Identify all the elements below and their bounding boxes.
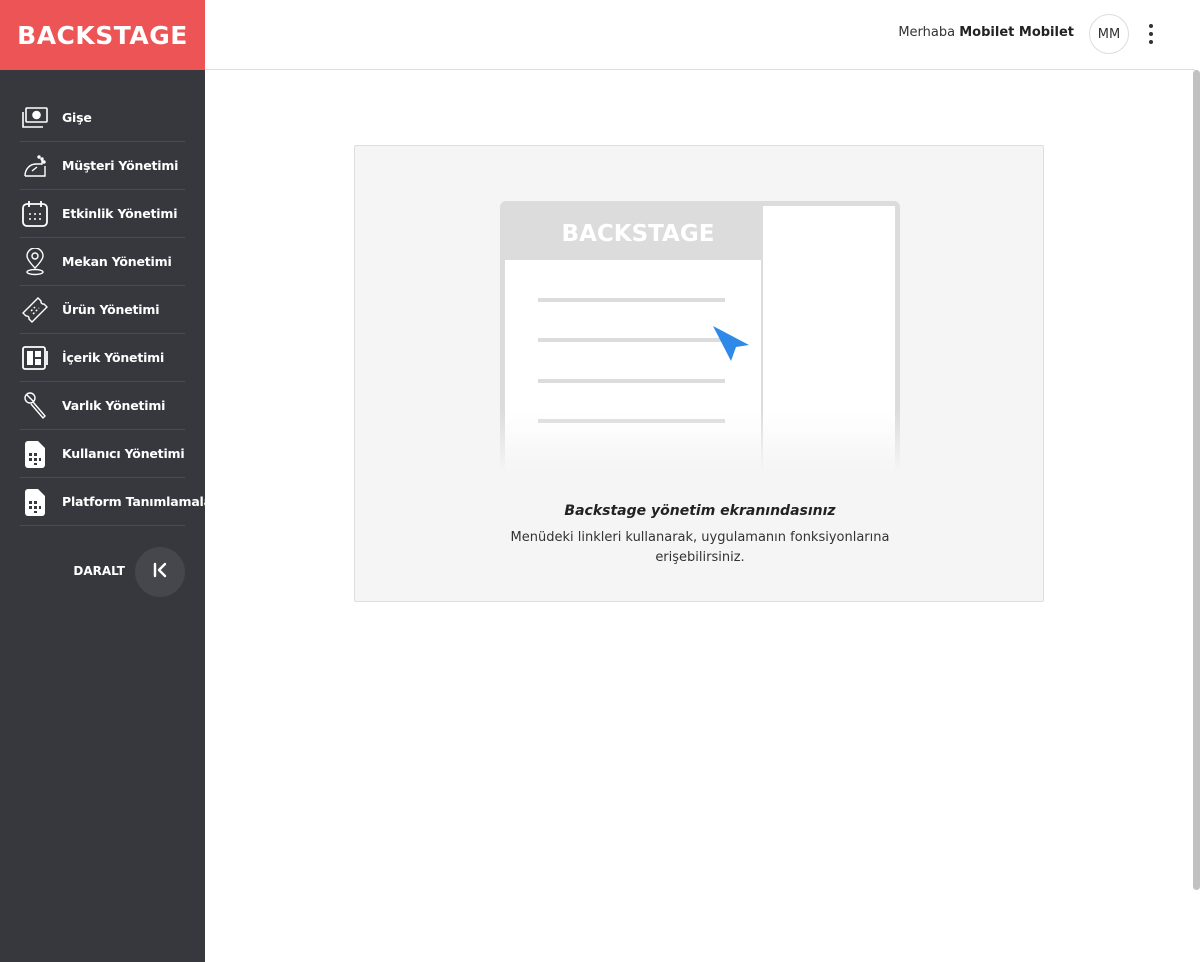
sidebar-item-label: Mekan Yönetimi: [62, 254, 172, 269]
sidebar-item-urun[interactable]: Ürün Yönetimi: [20, 286, 185, 334]
cash-register-icon: [20, 103, 50, 133]
sim-card-icon: [20, 487, 50, 517]
welcome-card: BACKSTAGE Backstage yönetim ekranındasın…: [354, 145, 1044, 602]
sidebar-item-platform[interactable]: Platform Tanımlamaları: [20, 478, 222, 526]
sidebar-nav: Gişe Müşteri Yönetimi Etkinlik Yönetimi …: [20, 94, 222, 526]
sidebar-item-label: İçerik Yönetimi: [62, 350, 165, 365]
more-options-icon[interactable]: [1141, 22, 1161, 46]
customer-icon: [20, 151, 50, 181]
sidebar-item-label: Etkinlik Yönetimi: [62, 206, 178, 221]
sidebar-item-label: Ürün Yönetimi: [62, 302, 160, 317]
content-grid-icon: [20, 343, 50, 373]
welcome-text: Menüdeki linkleri kullanarak, uygulamanı…: [510, 530, 890, 565]
map-pin-icon: [20, 247, 50, 277]
sidebar-item-etkinlik[interactable]: Etkinlik Yönetimi: [20, 190, 185, 238]
scrollbar[interactable]: [1193, 70, 1200, 890]
sidebar-item-label: Gişe: [62, 110, 92, 125]
welcome-illustration: BACKSTAGE: [500, 201, 900, 471]
calendar-icon: [20, 199, 50, 229]
ticket-icon: [20, 295, 50, 325]
collapse-row: DARALT: [0, 547, 205, 597]
sidebar-item-musteri[interactable]: Müşteri Yönetimi: [20, 142, 185, 190]
collapse-label[interactable]: DARALT: [73, 564, 125, 578]
microphone-icon: [20, 391, 50, 421]
sidebar-item-label: Müşteri Yönetimi: [62, 158, 179, 173]
welcome-title: Backstage yönetim ekranındasınız: [564, 503, 836, 519]
greeting-text: Merhaba: [898, 25, 956, 40]
sidebar-item-icerik[interactable]: İçerik Yönetimi: [20, 334, 185, 382]
user-greeting: Merhaba Mobilet Mobilet: [898, 25, 1074, 40]
collapse-arrow-icon: [152, 562, 168, 582]
sidebar-item-gise[interactable]: Gişe: [20, 94, 185, 142]
sim-card-icon: [20, 439, 50, 469]
sidebar-item-mekan[interactable]: Mekan Yönetimi: [20, 238, 185, 286]
sidebar-item-kullanici[interactable]: Kullanıcı Yönetimi: [20, 430, 185, 478]
sidebar-item-label: Platform Tanımlamaları: [62, 494, 222, 509]
avatar[interactable]: MM: [1089, 14, 1129, 54]
user-name: Mobilet Mobilet: [959, 25, 1074, 40]
top-bar: Merhaba Mobilet Mobilet MM: [205, 0, 1195, 70]
sidebar-item-label: Kullanıcı Yönetimi: [62, 446, 185, 461]
brand-logo[interactable]: BACKSTAGE: [0, 0, 205, 70]
sidebar: BACKSTAGE Gişe Müşteri Yönetimi Etkinlik…: [0, 0, 222, 962]
sidebar-item-label: Varlık Yönetimi: [62, 398, 166, 413]
collapse-button[interactable]: [135, 547, 185, 597]
sidebar-item-varlik[interactable]: Varlık Yönetimi: [20, 382, 185, 430]
illustration-logo: BACKSTAGE: [562, 221, 715, 247]
